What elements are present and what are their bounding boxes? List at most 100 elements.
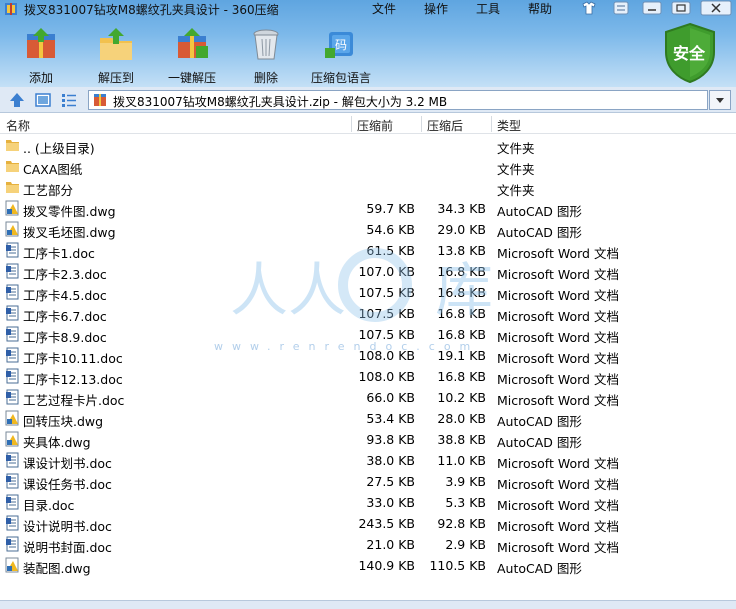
file-name: 说明书封面.doc [23, 540, 112, 555]
file-row[interactable]: .. (上级目录) 文件夹 [0, 135, 736, 156]
file-name: 工序卡12.13.doc [23, 372, 123, 387]
file-row[interactable]: 回转压块.dwg 53.4 KB 28.0 KB AutoCAD 图形 [0, 408, 736, 429]
file-row[interactable]: 工序卡4.5.doc 107.5 KB 16.8 KB Microsoft Word … [0, 282, 736, 303]
file-type: Microsoft Word 文档 [497, 372, 619, 387]
file-row[interactable]: 工艺过程卡片.doc 66.0 KB 10.2 KB Microsoft Word 文… [0, 387, 736, 408]
file-name: 目录.doc [23, 498, 75, 513]
file-row[interactable]: 目录.doc 33.0 KB 5.3 KB Microsoft Word 文档 [0, 492, 736, 513]
file-compressed-size: 3.9 KB [445, 474, 486, 489]
archive-language-button[interactable]: 码 压缩包语言 [308, 26, 374, 86]
file-compressed-size: 110.5 KB [429, 558, 486, 573]
file-type: Microsoft Word 文档 [497, 456, 619, 471]
extract-to-icon [100, 28, 132, 60]
minimize-icon[interactable] [641, 0, 663, 16]
file-name: 工序卡2.3.doc [23, 267, 107, 282]
column-type[interactable]: 类型 [497, 117, 521, 134]
file-row[interactable]: 说明书封面.doc 21.0 KB 2.9 KB Microsoft Word 文档 [0, 534, 736, 555]
maximize-icon[interactable] [670, 0, 692, 16]
autocad-file-icon [5, 410, 20, 426]
file-row[interactable]: 工序卡2.3.doc 107.0 KB 16.8 KB Microsoft Word … [0, 261, 736, 282]
file-name: 工序卡10.11.doc [23, 351, 123, 366]
file-row[interactable]: 夹具体.dwg 93.8 KB 38.8 KB AutoCAD 图形 [0, 429, 736, 450]
file-size: 21.0 KB [366, 537, 415, 552]
column-divider[interactable] [491, 116, 492, 132]
close-icon[interactable] [700, 0, 732, 16]
file-compressed-size: 38.8 KB [437, 432, 486, 447]
column-divider[interactable] [351, 116, 352, 132]
delete-button[interactable]: 删除 [246, 26, 286, 86]
autocad-file-icon [5, 221, 20, 237]
file-type: Microsoft Word 文档 [497, 309, 619, 324]
file-size: 93.8 KB [366, 432, 415, 447]
file-size: 107.5 KB [358, 285, 415, 300]
skin-icon[interactable] [578, 0, 600, 16]
autocad-file-icon [5, 200, 20, 216]
file-type: AutoCAD 图形 [497, 561, 582, 576]
file-type: AutoCAD 图形 [497, 225, 582, 240]
file-size: 27.5 KB [366, 474, 415, 489]
file-row[interactable]: 课设计划书.doc 38.0 KB 11.0 KB Microsoft Word 文档 [0, 450, 736, 471]
word-document-icon [5, 242, 20, 258]
file-type: AutoCAD 图形 [497, 435, 582, 450]
file-row[interactable]: 课设任务书.doc 27.5 KB 3.9 KB Microsoft Word 文档 [0, 471, 736, 492]
file-name: 工艺部分 [23, 183, 74, 198]
menu-operation[interactable]: 操作 [424, 0, 448, 17]
file-type: Microsoft Word 文档 [497, 351, 619, 366]
file-compressed-size: 11.0 KB [437, 453, 486, 468]
address-dropdown[interactable] [709, 90, 731, 110]
word-document-icon [5, 473, 20, 489]
file-compressed-size: 10.2 KB [437, 390, 486, 405]
file-type: AutoCAD 图形 [497, 414, 582, 429]
column-divider[interactable] [421, 116, 422, 132]
menu-help[interactable]: 帮助 [528, 0, 552, 17]
file-row[interactable]: 工序卡12.13.doc 108.0 KB 16.8 KB Microsoft Wor… [0, 366, 736, 387]
view-list-icon[interactable] [60, 91, 78, 109]
menu-list-icon[interactable] [610, 0, 632, 16]
file-size: 66.0 KB [366, 390, 415, 405]
file-name: 工序卡1.doc [23, 246, 95, 261]
file-row[interactable]: 拨叉毛坯图.dwg 54.6 KB 29.0 KB AutoCAD 图形 [0, 219, 736, 240]
zip-archive-icon [94, 94, 106, 106]
word-document-icon [5, 284, 20, 300]
file-type: Microsoft Word 文档 [497, 267, 619, 282]
one-click-extract-button[interactable]: 一键解压 [164, 26, 220, 86]
file-compressed-size: 34.3 KB [437, 201, 486, 216]
add-icon [27, 28, 55, 58]
app-window: 拨叉831007钻攻M8螺纹孔夹具设计 - 360压缩 文件 操作 工具 帮助 [0, 0, 736, 609]
word-document-icon [5, 263, 20, 279]
word-document-icon [5, 347, 20, 363]
file-name: 装配图.dwg [23, 561, 91, 576]
file-row[interactable]: 工序卡1.doc 61.5 KB 13.8 KB Microsoft Word 文档 [0, 240, 736, 261]
autocad-file-icon [5, 557, 20, 573]
file-compressed-size: 13.8 KB [437, 243, 486, 258]
extract-to-button[interactable]: 解压到 [94, 26, 138, 86]
up-arrow-icon[interactable] [8, 91, 26, 109]
delete-label: 删除 [253, 71, 278, 85]
file-row[interactable]: CAXA图纸 文件夹 [0, 156, 736, 177]
menu-tools[interactable]: 工具 [476, 0, 500, 17]
column-compressed[interactable]: 压缩后 [427, 117, 463, 134]
view-large-icon[interactable] [34, 91, 52, 109]
file-row[interactable]: 装配图.dwg 140.9 KB 110.5 KB AutoCAD 图形 [0, 555, 736, 576]
file-row[interactable]: 设计说明书.doc 243.5 KB 92.8 KB Microsoft Word 文… [0, 513, 736, 534]
folder-icon [5, 179, 20, 195]
menu-file[interactable]: 文件 [372, 0, 396, 17]
address-path: 拨叉831007钻攻M8螺纹孔夹具设计.zip - 解包大小为 3.2 MB [113, 95, 448, 109]
column-size[interactable]: 压缩前 [357, 117, 393, 134]
file-row[interactable]: 拨叉零件图.dwg 59.7 KB 34.3 KB AutoCAD 图形 [0, 198, 736, 219]
add-button[interactable]: 添加 [20, 26, 62, 86]
file-compressed-size: 2.9 KB [445, 537, 486, 552]
file-name: 回转压块.dwg [23, 414, 104, 429]
security-label: 安全 [673, 44, 706, 63]
file-row[interactable]: 工艺部分 文件夹 [0, 177, 736, 198]
file-name: 课设任务书.doc [23, 477, 112, 492]
file-type: 文件夹 [497, 162, 535, 177]
column-name[interactable]: 名称 [6, 117, 30, 134]
one-click-extract-label: 一键解压 [167, 71, 216, 85]
word-document-icon [5, 389, 20, 405]
file-size: 54.6 KB [366, 222, 415, 237]
file-compressed-size: 29.0 KB [437, 222, 486, 237]
file-row[interactable]: 工序卡6.7.doc 107.5 KB 16.8 KB Microsoft Word … [0, 303, 736, 324]
file-type: Microsoft Word 文档 [497, 393, 619, 408]
address-field[interactable]: 拨叉831007钻攻M8螺纹孔夹具设计.zip - 解包大小为 3.2 MB [88, 90, 708, 110]
